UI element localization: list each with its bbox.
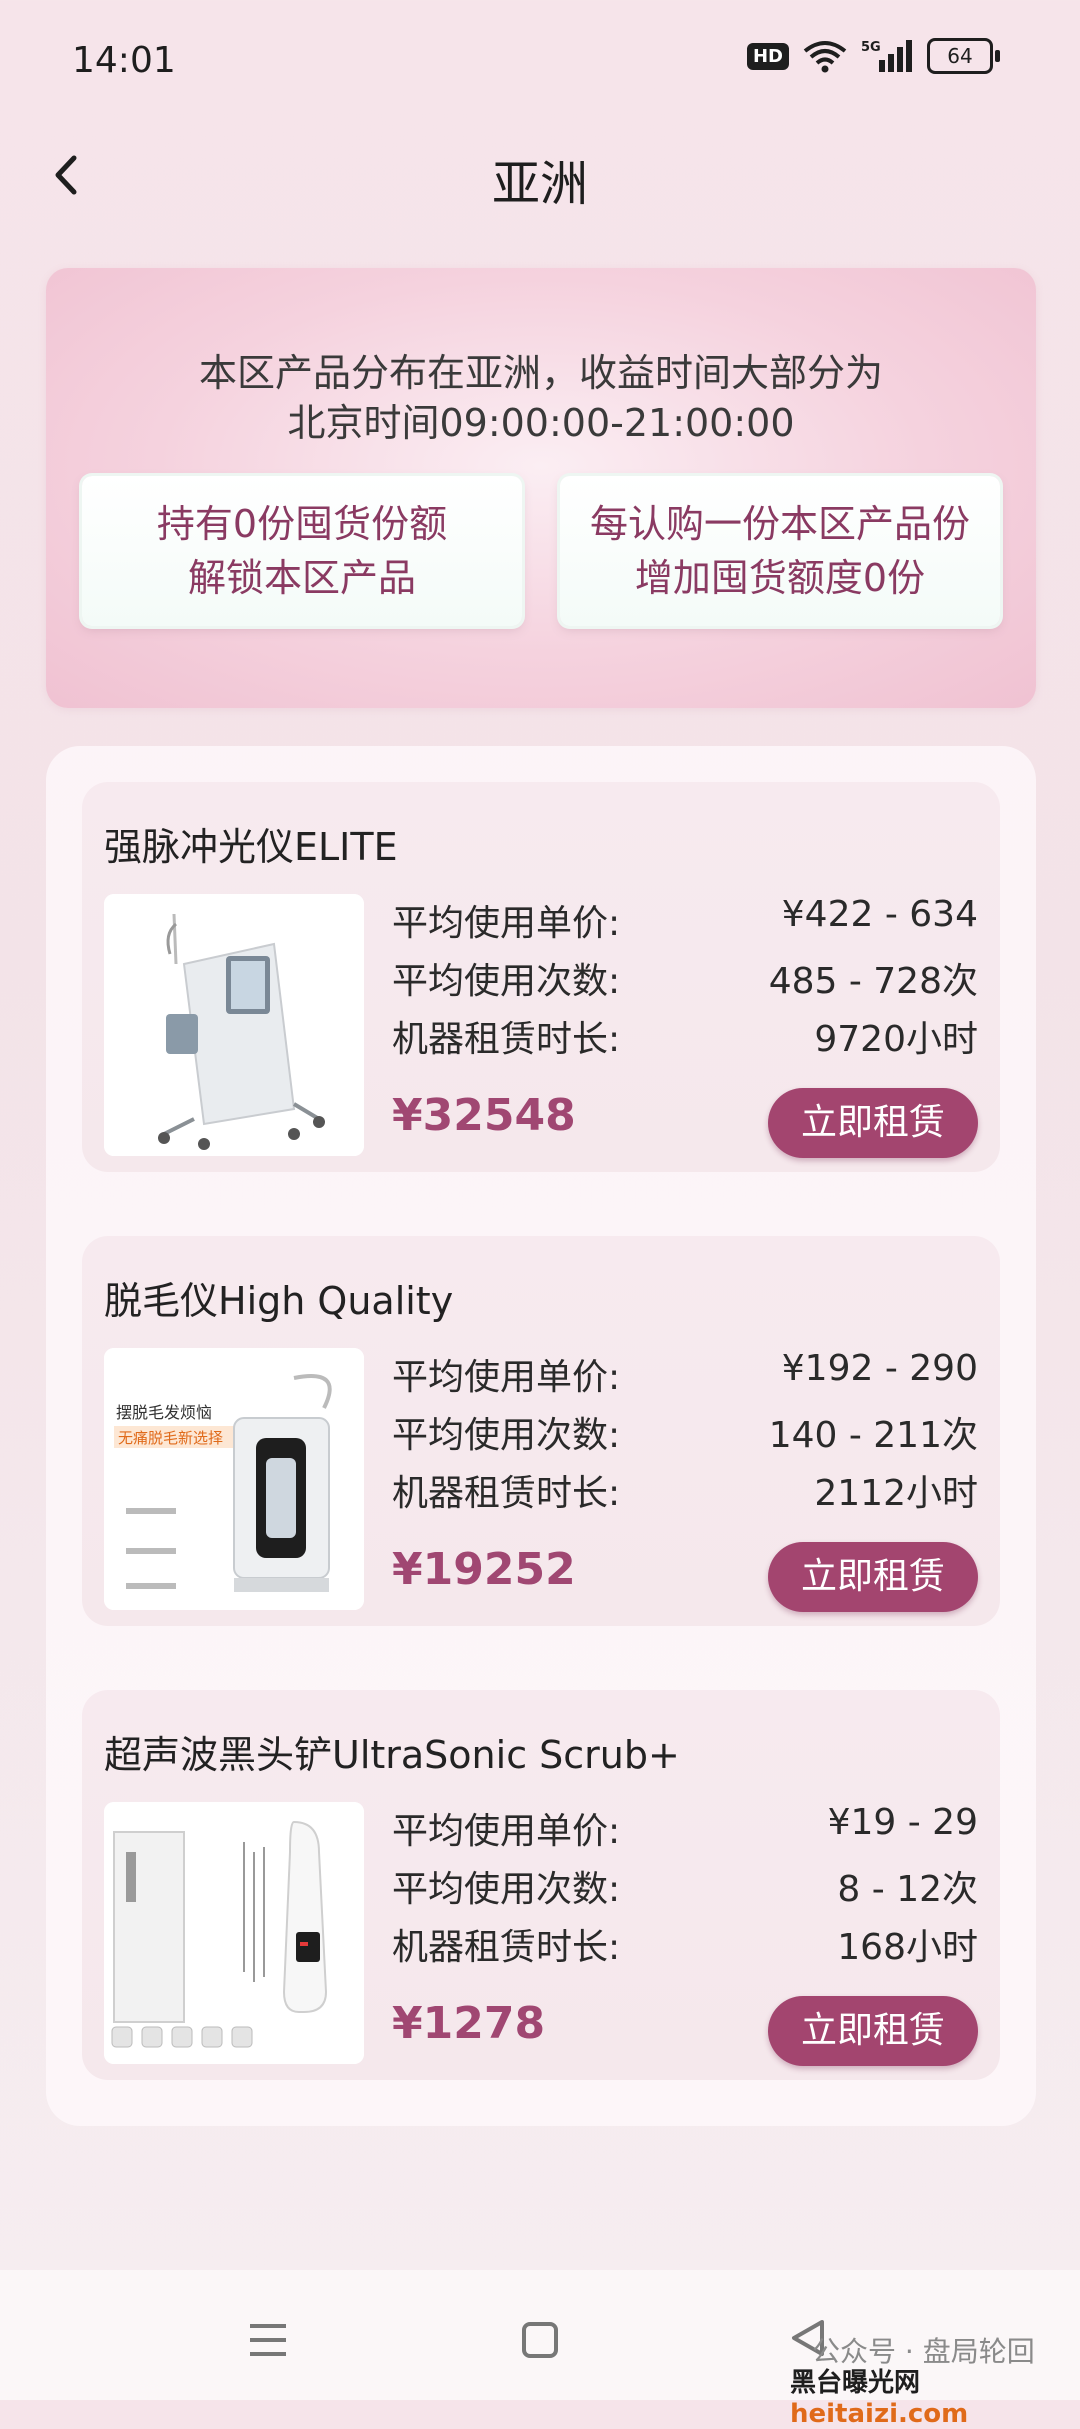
watermark-site-cn: 黑台曝光网 bbox=[790, 2368, 921, 2398]
spec-rental-duration: 机器租赁时长: 168小时 bbox=[392, 1918, 978, 1974]
spec-value: ¥192 - 290 bbox=[781, 1348, 978, 1389]
spec-value: 2112小时 bbox=[814, 1473, 978, 1514]
spec-value: 485 - 728次 bbox=[768, 961, 978, 1002]
recent-apps-button[interactable] bbox=[238, 2310, 298, 2370]
wifi-icon bbox=[803, 41, 847, 73]
product-price: ¥19252 bbox=[392, 1544, 576, 1595]
spec-label: 平均使用次数: bbox=[392, 1415, 621, 1456]
image-caption-2: 无痛脱毛新选择 bbox=[118, 1429, 223, 1447]
spec-label: 平均使用单价: bbox=[392, 903, 621, 944]
battery-icon: 64 bbox=[927, 38, 1000, 74]
image-caption-1: 摆脱毛发烦恼 bbox=[116, 1403, 212, 1422]
holding-quota-line-2: 解锁本区产品 bbox=[187, 556, 416, 600]
spec-unit-price: 平均使用单价: ¥19 - 29 bbox=[392, 1802, 978, 1858]
product-card: 强脉冲光仪ELITE 平均使用单价: ¥422 - 634 平均使用次数: 48… bbox=[82, 782, 1000, 1172]
product-price: ¥1278 bbox=[392, 1998, 546, 2049]
page-title: 亚洲 bbox=[491, 156, 588, 212]
spec-usage-count: 平均使用次数: 485 - 728次 bbox=[392, 952, 978, 1008]
holding-quota-card: 持有0份囤货份额 解锁本区产品 bbox=[82, 476, 522, 626]
spec-label: 机器租赁时长: bbox=[392, 1473, 621, 1514]
spec-usage-count: 平均使用次数: 8 - 12次 bbox=[392, 1860, 978, 1916]
product-image bbox=[104, 894, 364, 1156]
watermark-site: 黑台曝光网 heitaizi.com bbox=[790, 2362, 1080, 2429]
spec-label: 平均使用次数: bbox=[392, 1869, 621, 1910]
spec-label: 机器租赁时长: bbox=[392, 1019, 621, 1060]
network-label: 5G bbox=[861, 40, 881, 55]
spec-unit-price: 平均使用单价: ¥422 - 634 bbox=[392, 894, 978, 950]
rent-now-button[interactable]: 立即租赁 bbox=[768, 1542, 978, 1612]
spec-rental-duration: 机器租赁时长: 2112小时 bbox=[392, 1464, 978, 1520]
rent-now-button[interactable]: 立即租赁 bbox=[768, 1996, 978, 2066]
purchase-quota-card: 每认购一份本区产品份 增加囤货额度0份 bbox=[560, 476, 1000, 626]
spec-rental-duration: 机器租赁时长: 9720小时 bbox=[392, 1010, 978, 1066]
spec-usage-count: 平均使用次数: 140 - 211次 bbox=[392, 1406, 978, 1462]
product-name: 超声波黑头铲UltraSonic Scrub+ bbox=[104, 1733, 680, 1777]
product-name: 强脉冲光仪ELITE bbox=[104, 825, 398, 869]
banner-description: 本区产品分布在亚洲，收益时间大部分为 北京时间09:00:00-21:00:00 bbox=[46, 348, 1036, 448]
product-card: 脱毛仪High Quality 摆脱毛发烦恼 无痛脱毛新选择 平均使用单价: ¥… bbox=[82, 1236, 1000, 1626]
spec-value: ¥19 - 29 bbox=[827, 1802, 978, 1843]
product-name: 脱毛仪High Quality bbox=[104, 1279, 454, 1323]
status-time: 14:01 bbox=[72, 40, 176, 81]
spec-label: 平均使用单价: bbox=[392, 1357, 621, 1398]
product-price: ¥32548 bbox=[392, 1090, 576, 1141]
product-list: 强脉冲光仪ELITE 平均使用单价: ¥422 - 634 平均使用次数: 48… bbox=[46, 746, 1036, 2126]
spec-label: 平均使用次数: bbox=[392, 961, 621, 1002]
purchase-quota-line-1: 每认购一份本区产品份 bbox=[589, 502, 970, 546]
banner-line-2: 北京时间09:00:00-21:00:00 bbox=[287, 401, 795, 445]
home-button[interactable] bbox=[510, 2310, 570, 2370]
spec-value: 9720小时 bbox=[814, 1019, 978, 1060]
spec-unit-price: 平均使用单价: ¥192 - 290 bbox=[392, 1348, 978, 1404]
spec-label: 机器租赁时长: bbox=[392, 1927, 621, 1968]
spec-value: 8 - 12次 bbox=[837, 1869, 978, 1910]
blackhead-scrubber-image bbox=[104, 1802, 364, 2064]
signal-5g-icon: 5G bbox=[861, 40, 912, 72]
banner-line-1: 本区产品分布在亚洲，收益时间大部分为 bbox=[198, 351, 883, 395]
hd-icon: HD bbox=[746, 42, 789, 70]
menu-lines-icon bbox=[250, 2324, 286, 2356]
ipl-machine-image bbox=[104, 894, 364, 1156]
status-icons: HD 5G 64 bbox=[746, 38, 1000, 74]
spec-value: 168小时 bbox=[837, 1927, 978, 1968]
holding-quota-line-1: 持有0份囤货份额 bbox=[156, 502, 448, 546]
region-banner: 本区产品分布在亚洲，收益时间大部分为 北京时间09:00:00-21:00:00… bbox=[46, 268, 1036, 708]
product-image bbox=[104, 1802, 364, 2064]
product-card: 超声波黑头铲UltraSonic Scrub+ 平均使用单价: ¥19 - 29… bbox=[82, 1690, 1000, 2080]
spec-label: 平均使用单价: bbox=[392, 1811, 621, 1852]
spec-value: ¥422 - 634 bbox=[781, 894, 978, 935]
square-home-icon bbox=[522, 2322, 558, 2358]
product-image: 摆脱毛发烦恼 无痛脱毛新选择 bbox=[104, 1348, 364, 1610]
purchase-quota-line-2: 增加囤货额度0份 bbox=[634, 556, 926, 600]
rent-now-button[interactable]: 立即租赁 bbox=[768, 1088, 978, 1158]
nav-header: 亚洲 bbox=[0, 130, 1080, 220]
spec-value: 140 - 211次 bbox=[768, 1415, 978, 1456]
battery-level: 64 bbox=[927, 38, 993, 74]
status-bar: 14:01 HD 5G 64 bbox=[0, 0, 1080, 120]
watermark-site-en: heitaizi.com bbox=[790, 2399, 969, 2429]
hair-removal-machine-image: 摆脱毛发烦恼 无痛脱毛新选择 bbox=[104, 1348, 364, 1610]
